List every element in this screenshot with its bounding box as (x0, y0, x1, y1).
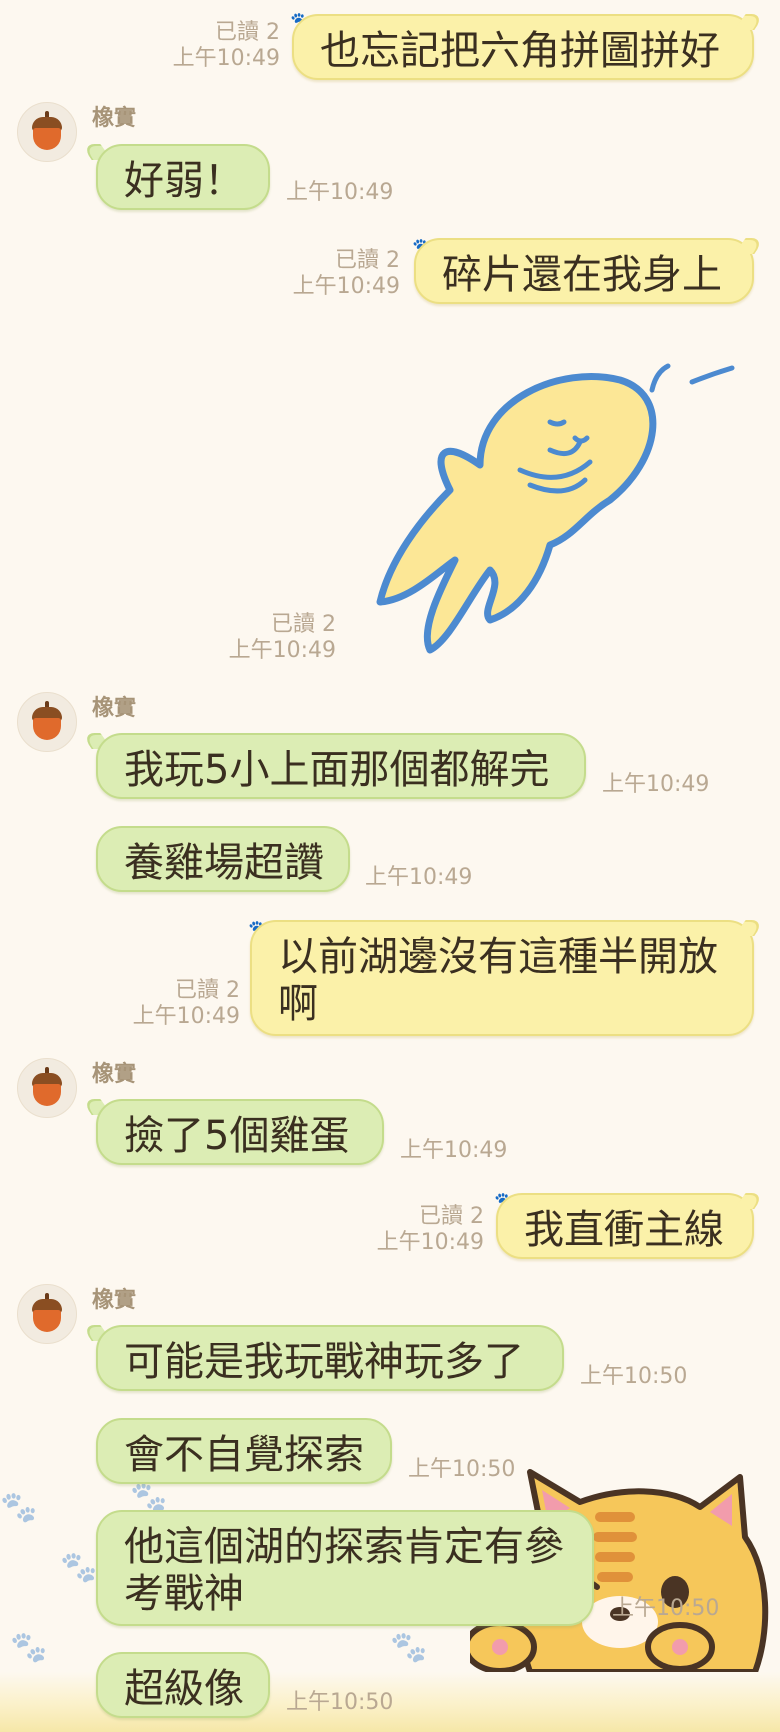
message-bubble-outgoing[interactable]: 碎片還在我身上 (414, 238, 754, 304)
message-bubble-incoming[interactable]: 他這個湖的探索肯定有參 考戰神 (96, 1510, 594, 1626)
message-bubble-outgoing[interactable]: 以前湖邊沒有這種半開放 啊 (250, 920, 754, 1036)
message-text: 好弱！ (124, 158, 244, 204)
message-time: 上午10:49 (400, 1138, 508, 1163)
avatar[interactable] (17, 692, 77, 752)
message-text: 撿了5個雞蛋 (124, 1113, 350, 1159)
avatar[interactable] (17, 102, 77, 162)
message-text: 我玩5小上面那個都解完 (124, 747, 550, 793)
message-text-line: 他這個湖的探索肯定有參 (124, 1524, 564, 1570)
message-bubble-incoming[interactable]: 撿了5個雞蛋 (96, 1099, 384, 1165)
message-text: 我直衝主線 (524, 1207, 724, 1253)
sticker-yellow-blob[interactable] (370, 350, 750, 670)
read-receipt: 已讀 2 上午10:49 (228, 612, 336, 663)
paw-decoration-icon: 🐾 (10, 1630, 48, 1665)
message-bubble-incoming[interactable]: 可能是我玩戰神玩多了 (96, 1325, 564, 1391)
message-text: 養雞場超讚 (124, 840, 324, 886)
message-text-line: 以前湖邊沒有這種半開放 (278, 934, 718, 980)
message-bubble-incoming[interactable]: 養雞場超讚 (96, 826, 350, 892)
message-time: 上午10:49 (286, 180, 394, 205)
sender-name: 橡實 (92, 1288, 137, 1313)
message-text: 碎片還在我身上 (442, 252, 722, 298)
read-receipt: 已讀 2 上午10:49 (292, 248, 400, 299)
message-bubble-incoming[interactable]: 好弱！ (96, 144, 270, 210)
message-time: 上午10:50 (612, 1596, 720, 1621)
message-time: 上午10:50 (286, 1690, 394, 1715)
message-bubble-incoming[interactable]: 超級像 (96, 1652, 270, 1718)
message-text-line: 考戰神 (124, 1571, 244, 1617)
paw-decoration-icon: 🐾 (390, 1630, 428, 1665)
read-receipt: 已讀 2 上午10:49 (172, 20, 280, 71)
paw-decoration-icon: 🐾 (0, 1490, 38, 1525)
message-time: 上午10:50 (580, 1364, 688, 1389)
message-text-line: 啊 (278, 981, 318, 1027)
message-text: 也忘記把六角拼圖拼好 (320, 28, 720, 74)
message-bubble-outgoing[interactable]: 也忘記把六角拼圖拼好 (292, 14, 754, 80)
message-text: 可能是我玩戰神玩多了 (124, 1339, 524, 1385)
message-bubble-incoming[interactable]: 我玩5小上面那個都解完 (96, 733, 586, 799)
sender-name: 橡實 (92, 696, 137, 721)
sender-name: 橡實 (92, 106, 137, 131)
message-text: 超級像 (124, 1666, 244, 1712)
paw-decoration-icon: 🐾 (60, 1550, 98, 1585)
read-receipt: 已讀 2 上午10:49 (132, 978, 240, 1029)
message-bubble-incoming[interactable]: 會不自覺探索 (96, 1418, 392, 1484)
avatar[interactable] (17, 1058, 77, 1118)
message-text: 會不自覺探索 (124, 1432, 364, 1478)
message-time: 上午10:49 (602, 772, 710, 797)
sender-name: 橡實 (92, 1062, 137, 1087)
message-time: 上午10:49 (365, 865, 473, 890)
avatar[interactable] (17, 1284, 77, 1344)
read-receipt: 已讀 2 上午10:49 (376, 1204, 484, 1255)
message-bubble-outgoing[interactable]: 我直衝主線 (496, 1193, 754, 1259)
